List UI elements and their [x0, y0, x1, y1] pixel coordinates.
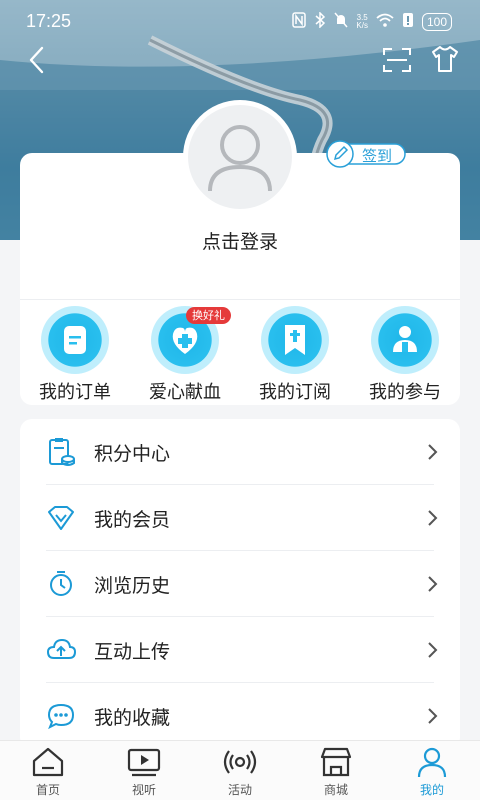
- chevron-right-icon: [428, 444, 438, 460]
- history-clock-icon: [50, 571, 72, 596]
- tab-label: 我的: [419, 783, 444, 797]
- menu-item-label: 我的收藏: [94, 707, 171, 729]
- store-icon: [320, 747, 352, 777]
- chevron-right-icon: [428, 642, 438, 658]
- net-speed: 3.5 K/s: [356, 14, 368, 30]
- quick-action-label: 我的参与: [369, 382, 441, 403]
- quick-action-participation[interactable]: 我的参与: [350, 306, 460, 406]
- cloud-upload-icon: [46, 638, 76, 659]
- signin-label[interactable]: 签到: [362, 145, 392, 166]
- shirt-icon: [432, 46, 458, 72]
- diamond-icon: [48, 506, 74, 530]
- menu-item-label: 我的会员: [94, 509, 171, 531]
- participation-icon: [371, 306, 439, 374]
- menu-item-browsing-history[interactable]: 浏览历史: [20, 551, 460, 617]
- subscribe-icon: [261, 306, 329, 374]
- menu-item-membership[interactable]: 我的会员: [20, 485, 460, 551]
- tab-label: 商城: [323, 783, 348, 797]
- menu-item-interactive-upload[interactable]: 互动上传: [20, 617, 460, 683]
- tab-activity[interactable]: 活动: [192, 741, 288, 800]
- profile-divider: [20, 299, 460, 300]
- battery-indicator: 100: [421, 13, 452, 31]
- bottom-navigation: 首页 视听 活动 商城 我的: [0, 740, 480, 800]
- status-bar: 17:25 3.5 K/s 100: [0, 0, 480, 44]
- login-prompt[interactable]: 点击登录: [0, 227, 480, 254]
- status-icons: 3.5 K/s 100: [292, 11, 452, 32]
- net-speed-unit: K/s: [356, 21, 368, 30]
- chevron-right-icon: [428, 576, 438, 592]
- mute-bell-icon: [334, 12, 348, 32]
- tab-mine[interactable]: 我的: [384, 741, 480, 800]
- avatar[interactable]: [183, 100, 297, 214]
- tab-video[interactable]: 视听: [96, 741, 192, 800]
- quick-action-label: 我的订单: [39, 382, 111, 403]
- video-play-icon: [127, 748, 161, 777]
- points-icon: [49, 438, 75, 466]
- tab-store[interactable]: 商城: [288, 741, 384, 800]
- person-icon: [417, 747, 447, 778]
- nfc-icon: [292, 12, 307, 32]
- scan-icon: [383, 48, 411, 72]
- menu-item-label: 浏览历史: [94, 575, 171, 597]
- tab-label: 首页: [35, 783, 60, 797]
- bluetooth-icon: [314, 11, 326, 32]
- default-avatar-icon: [188, 105, 292, 209]
- skin-theme-button[interactable]: [430, 44, 460, 74]
- scan-button[interactable]: [382, 46, 412, 74]
- menu-item-points-center[interactable]: 积分中心: [20, 419, 460, 485]
- quick-action-label: 我的订阅: [259, 382, 331, 403]
- menu-item-label: 互动上传: [94, 641, 171, 663]
- chevron-right-icon: [428, 708, 438, 724]
- tab-label: 视听: [131, 783, 156, 797]
- quick-action-label: 爱心献血: [149, 382, 221, 403]
- chevron-left-icon: [29, 46, 44, 74]
- menu-item-label: 积分中心: [94, 443, 171, 465]
- quick-action-orders[interactable]: 我的订单: [20, 306, 130, 406]
- alert-sim-icon: [402, 12, 414, 32]
- tab-label: 活动: [227, 783, 252, 797]
- tab-home[interactable]: 首页: [0, 741, 96, 800]
- menu-list: 积分中心 我的会员 浏览历史 互动上传 我的收藏: [20, 419, 460, 749]
- status-time: 17:25: [26, 11, 72, 31]
- broadcast-icon: [223, 750, 257, 774]
- chat-bubble-icon: [47, 703, 75, 730]
- order-icon: [41, 306, 109, 374]
- home-icon: [32, 747, 64, 777]
- back-button[interactable]: [24, 44, 52, 76]
- wifi-icon: [376, 13, 394, 31]
- chevron-right-icon: [428, 510, 438, 526]
- gift-tag-badge: 换好礼: [186, 307, 231, 324]
- quick-action-subscribe[interactable]: 我的订阅: [240, 306, 350, 406]
